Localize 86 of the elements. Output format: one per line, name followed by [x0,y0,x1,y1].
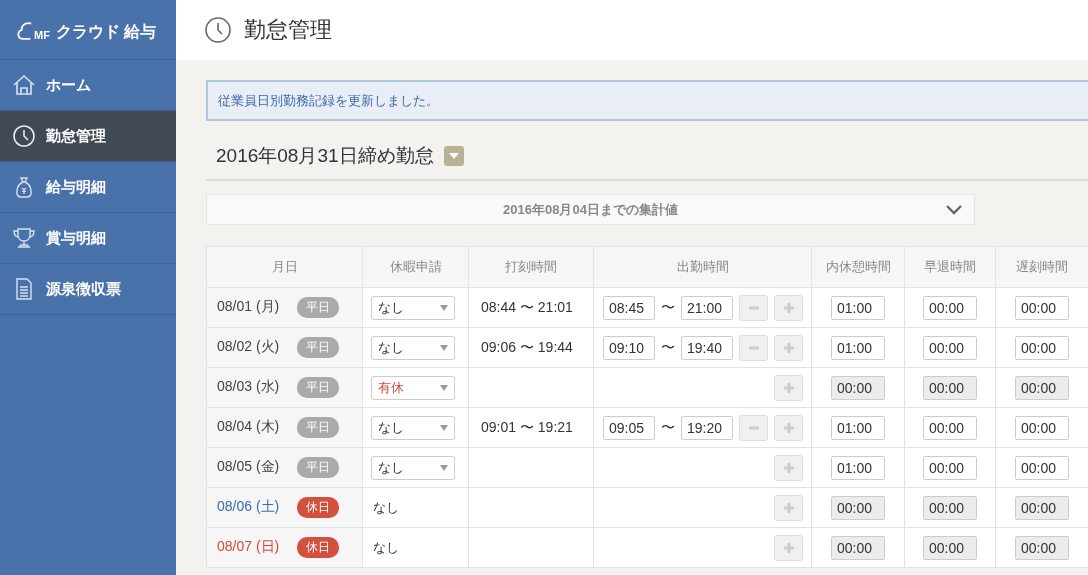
caret-icon [440,304,448,311]
early-leave-field[interactable]: 00:00 [923,335,977,360]
sidebar-item[interactable]: 勤怠管理 [0,111,176,162]
leave-select[interactable]: なし [371,415,455,440]
day-type-badge: 平日 [296,417,339,438]
early-leave-field[interactable]: 00:00 [923,455,977,480]
caret-icon [440,464,448,471]
day-type-badge: 平日 [296,377,339,398]
end-time-field[interactable]: 21:00 [681,295,733,320]
late-time-field[interactable]: 00:00 [1015,335,1069,360]
trophy-icon [12,226,36,250]
day-type-badge: 平日 [296,297,339,318]
add-button[interactable] [774,374,803,401]
date-text: 08/01 (月) [217,298,281,316]
date-text: 08/05 (金) [217,458,281,476]
add-button[interactable] [774,494,803,521]
tilde-separator: 〜 [661,338,675,357]
plus-icon [782,381,795,394]
column-header: 休暇申請 [362,246,469,288]
punch-time: 08:44 〜 21:01 [480,298,573,315]
page-title: 勤怠管理 [244,16,332,44]
column-header: 打刻時間 [468,246,594,288]
late-time-field[interactable]: 00:00 [1015,295,1069,320]
remove-button[interactable] [739,414,768,441]
plus-icon [782,541,795,554]
add-button[interactable] [774,414,803,441]
end-time-field[interactable]: 19:40 [681,335,733,360]
home-icon [12,73,36,97]
leave-select[interactable]: なし [371,335,455,360]
date-text: 08/06 (土) [217,498,281,516]
early-leave-field[interactable]: 00:00 [923,415,977,440]
chevron-icon [946,205,962,215]
column-header: 月日 [206,246,363,288]
break-time-field[interactable]: 01:00 [831,335,885,360]
column-header: 遅刻時間 [995,246,1088,288]
leave-select[interactable]: なし [371,455,455,480]
caret-icon [440,384,448,391]
tilde-separator: 〜 [661,418,675,437]
notice-message: 従業員日別勤務記録を更新しました。 [206,80,1088,121]
clock-icon [12,124,36,148]
add-button[interactable] [774,534,803,561]
punch-time: 09:06 〜 19:44 [480,338,573,355]
add-button[interactable] [774,294,803,321]
start-time-field[interactable]: 09:05 [603,415,655,440]
day-type-badge: 平日 [296,337,339,358]
logo-mark: MF [34,28,50,41]
date-text: 08/04 (木) [217,418,281,436]
punch-time: 09:01 〜 19:21 [480,418,573,435]
plus-icon [782,301,795,314]
break-time-field[interactable]: 01:00 [831,295,885,320]
add-button[interactable] [774,454,803,481]
column-header: 出勤時間 [593,246,812,288]
day-type-badge: 休日 [296,537,339,558]
plus-icon [782,421,795,434]
date-text: 08/07 (日) [217,538,281,556]
late-time-field[interactable]: 00:00 [1015,415,1069,440]
period-title: 2016年08月31日締め勤怠 [216,144,434,168]
remove-button[interactable] [739,294,768,321]
clock-icon [204,16,232,44]
day-type-badge: 休日 [296,497,339,518]
add-button[interactable] [774,334,803,361]
break-time-field[interactable]: 01:00 [831,455,885,480]
date-text: 08/02 (火) [217,338,281,356]
start-time-field[interactable]: 09:10 [603,335,655,360]
start-time-field[interactable]: 08:45 [603,295,655,320]
remove-button[interactable] [739,334,768,361]
caret-icon [448,153,459,159]
plus-icon [782,341,795,354]
column-header: 内休憩時間 [811,246,905,288]
tilde-separator: 〜 [661,298,675,317]
caret-icon [440,344,448,351]
period-dropdown-button[interactable] [443,146,464,166]
date-text: 08/03 (水) [217,378,281,396]
logo-text: クラウド 給与 [55,22,157,42]
column-header: 早退時間 [904,246,996,288]
end-time-field[interactable]: 19:20 [681,415,733,440]
caret-icon [440,424,448,431]
plus-icon [782,461,795,474]
break-time-field[interactable]: 01:00 [831,415,885,440]
leave-text: なし [372,539,399,555]
day-type-badge: 平日 [296,457,339,478]
leave-text: なし [372,499,399,515]
leave-select[interactable]: なし [371,295,455,320]
early-leave-field[interactable]: 00:00 [923,295,977,320]
plus-icon [782,501,795,514]
late-time-field[interactable]: 00:00 [1015,455,1069,480]
